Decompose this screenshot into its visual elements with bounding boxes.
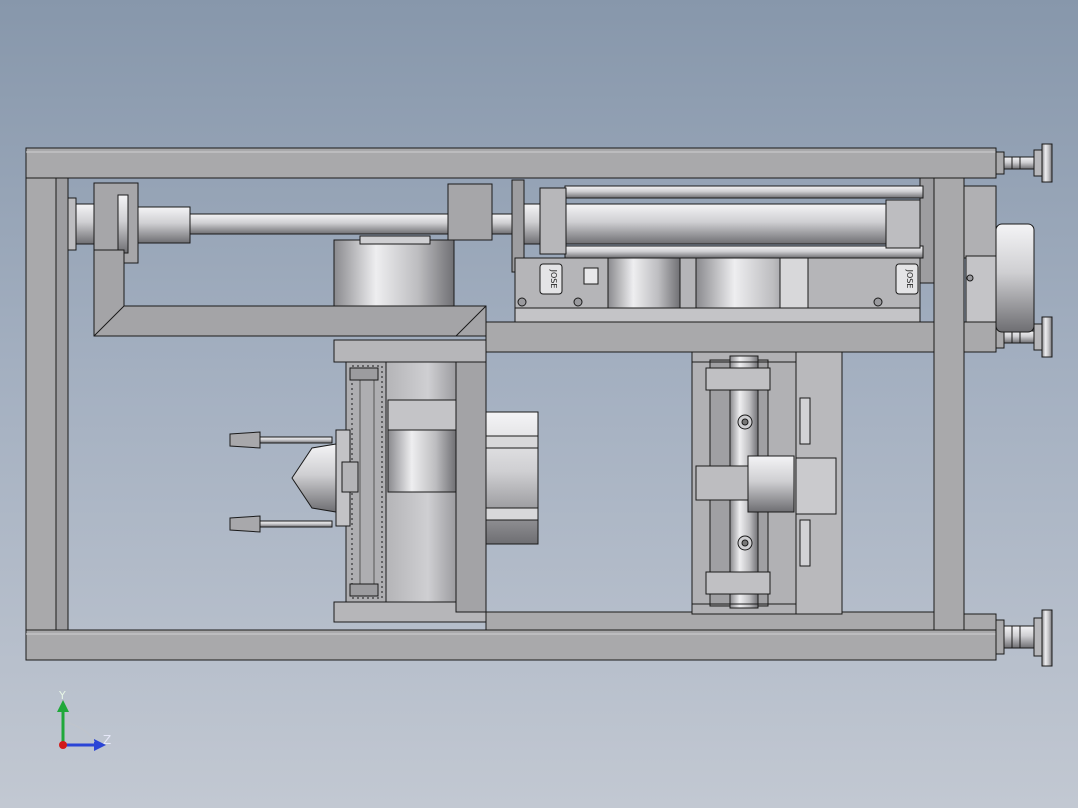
servo-motor-right — [963, 185, 1035, 333]
gripper-pin-upper-tip — [229, 431, 261, 449]
clamp-side-block — [485, 411, 539, 545]
actuator-body — [137, 206, 191, 244]
gripper-pin-upper — [259, 436, 333, 444]
gripper-pin-lower — [259, 520, 333, 528]
guide-rod-lower — [564, 245, 924, 259]
frame-mid-right-block — [963, 321, 997, 353]
frame-left-inner-post — [55, 177, 69, 631]
gear-mechanism-right — [691, 351, 843, 615]
clamp-motor — [387, 429, 457, 493]
drive-unit-upper-left — [333, 235, 455, 307]
y-axis-label: Y — [58, 689, 66, 702]
leveling-feet — [995, 143, 1053, 667]
assembly-drawing: JOSE JOSE Y Z — [25, 143, 1053, 751]
actuator-bracket-right — [447, 183, 493, 241]
actuator-end-cap — [885, 199, 921, 249]
nameplate-left-text: JOSE — [549, 269, 558, 289]
clamp-head-top-plate — [333, 339, 487, 363]
frame-lower-rail — [485, 611, 935, 631]
actuator-end-plate-left — [67, 197, 77, 251]
frame-left-post — [25, 177, 57, 631]
leveling-foot-bottom — [995, 609, 1053, 667]
x-axis-dot — [59, 741, 67, 749]
frame-right-post — [933, 177, 965, 631]
actuator-long-cylinder — [519, 203, 911, 245]
leveling-foot-top — [995, 143, 1053, 183]
frame-bottom-right-block — [963, 613, 997, 631]
gripper-pin-lower-tip — [229, 515, 261, 533]
coordinate-triad: Y Z — [57, 689, 111, 751]
frame-middle-rail — [485, 321, 935, 353]
z-axis-label: Z — [103, 733, 111, 747]
guide-rod-upper — [564, 185, 924, 199]
cad-viewport[interactable]: JOSE JOSE Y Z — [0, 0, 1078, 808]
clamp-head-assembly — [229, 339, 539, 623]
drive-unit-upper-right — [514, 257, 974, 323]
gripper-cone — [291, 443, 337, 513]
nameplate-right-text: JOSE — [905, 269, 914, 289]
